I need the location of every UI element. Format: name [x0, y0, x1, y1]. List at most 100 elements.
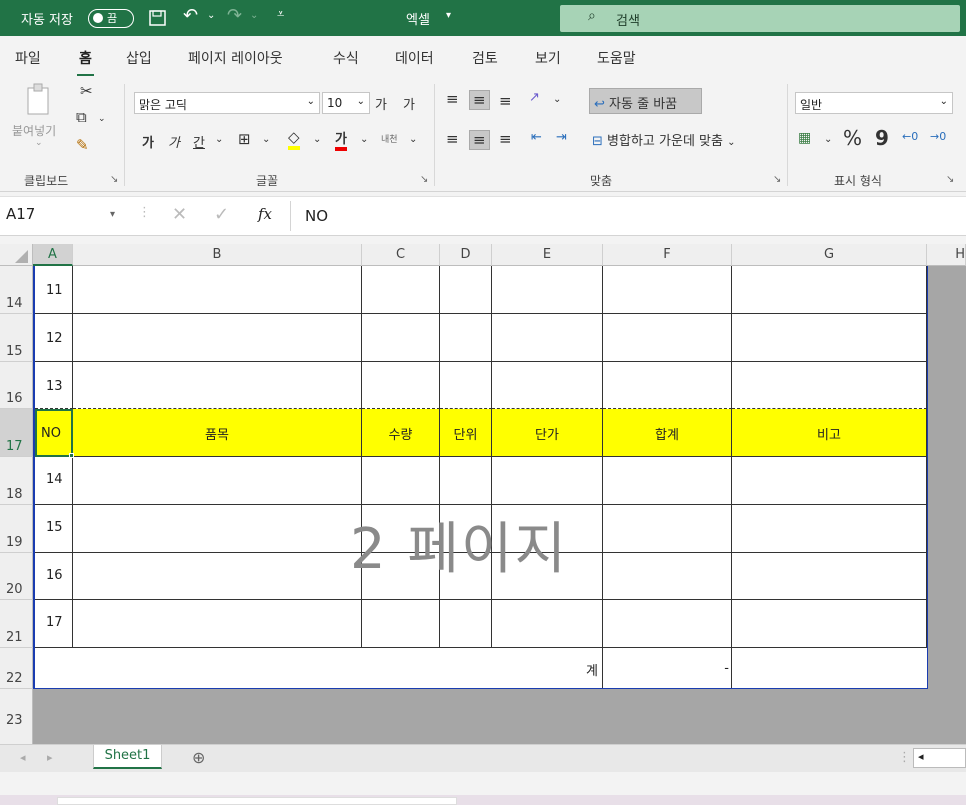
shrink-font-button[interactable]: 가 [403, 94, 415, 113]
column-header-d[interactable]: D [440, 244, 492, 266]
tab-insert[interactable]: 삽입 [126, 48, 152, 68]
row-header[interactable]: 20 [0, 553, 33, 600]
cell[interactable] [603, 505, 732, 553]
column-header-a[interactable]: A [33, 244, 73, 266]
column-header-h[interactable]: H [927, 244, 966, 266]
clipboard-launcher-icon[interactable]: ↘ [110, 174, 118, 185]
cell[interactable] [440, 266, 492, 314]
number-launcher-icon[interactable]: ↘ [946, 174, 954, 185]
align-top-icon[interactable]: ≡ [446, 90, 459, 108]
font-color-button[interactable]: 가 [335, 128, 347, 151]
cell[interactable] [732, 314, 927, 362]
cell[interactable] [492, 362, 603, 409]
tab-file[interactable]: 파일 [15, 48, 41, 68]
cell[interactable]: 16 [35, 553, 73, 600]
cell[interactable] [603, 600, 732, 648]
number-format-select[interactable]: 일반 ⌄ [795, 92, 953, 114]
column-header-f[interactable]: F [603, 244, 732, 266]
increase-decimal-icon[interactable]: ←0 [902, 130, 918, 143]
redo-dropdown-icon[interactable]: ⌄ [250, 10, 258, 21]
cell[interactable] [732, 457, 927, 505]
column-header-g[interactable]: G [732, 244, 927, 266]
taskbar-item[interactable] [57, 797, 457, 805]
title-dropdown-icon[interactable]: ▾ [446, 10, 451, 21]
paste-dropdown-icon[interactable]: ⌄ [35, 138, 43, 148]
scroll-right-icon[interactable]: ▸ [47, 751, 53, 764]
fill-handle[interactable] [69, 453, 74, 458]
cut-icon[interactable]: ✂ [80, 82, 93, 100]
header-cell-item[interactable]: 품목 [73, 409, 362, 457]
font-size-select[interactable]: 10 ⌄ [322, 92, 370, 114]
horizontal-scrollbar[interactable]: ◂ [913, 748, 966, 768]
copy-icon[interactable]: ⧉ [76, 108, 87, 126]
font-launcher-icon[interactable]: ↘ [420, 174, 428, 185]
column-header-c[interactable]: C [362, 244, 440, 266]
row-header[interactable]: 19 [0, 505, 33, 553]
row-header[interactable]: 21 [0, 600, 33, 648]
cell[interactable] [732, 362, 927, 409]
sheet-tab[interactable]: Sheet1 [93, 745, 162, 769]
cell[interactable] [492, 266, 603, 314]
scroll-left-icon[interactable]: ◂ [20, 751, 26, 764]
tab-review[interactable]: 검토 [472, 48, 498, 68]
autosave-toggle[interactable]: 끔 [88, 9, 134, 28]
cell[interactable] [440, 600, 492, 648]
row-header[interactable]: 23 [0, 689, 33, 744]
increase-indent-icon[interactable]: ⇥ [556, 130, 567, 145]
percent-button[interactable]: % [843, 126, 862, 150]
decrease-indent-icon[interactable]: ⇤ [531, 130, 542, 145]
name-box[interactable]: A17 [6, 205, 126, 223]
column-header-e[interactable]: E [492, 244, 603, 266]
phonetic-dropdown-icon[interactable]: ⌄ [409, 134, 417, 145]
cell[interactable]: 11 [35, 266, 73, 314]
cell[interactable] [603, 553, 732, 600]
comma-button[interactable]: 9 [875, 126, 889, 150]
cell[interactable]: 15 [35, 505, 73, 553]
cell[interactable] [362, 314, 440, 362]
tab-view[interactable]: 보기 [535, 48, 561, 68]
cell[interactable] [440, 314, 492, 362]
cell[interactable] [732, 266, 927, 314]
cell[interactable]: 14 [35, 457, 73, 505]
border-dropdown-icon[interactable]: ⌄ [262, 134, 270, 145]
header-cell-note[interactable]: 비고 [732, 409, 927, 457]
font-name-select[interactable]: 맑은 고딕 ⌄ [134, 92, 320, 114]
add-sheet-icon[interactable]: ⊕ [192, 748, 205, 767]
row-header[interactable]: 16 [0, 362, 33, 409]
cell[interactable] [73, 600, 362, 648]
fill-color-icon[interactable]: ◇ [288, 128, 300, 150]
tab-formulas[interactable]: 수식 [333, 48, 359, 68]
cell[interactable] [603, 266, 732, 314]
cell[interactable] [362, 600, 440, 648]
cell[interactable] [603, 362, 732, 409]
align-bottom-icon[interactable]: ≡ [499, 92, 512, 110]
decrease-decimal-icon[interactable]: →0 [930, 130, 946, 143]
tab-splitter-icon[interactable]: ⋮ [898, 750, 911, 765]
accounting-format-icon[interactable]: ▦ [798, 130, 811, 146]
accounting-dropdown-icon[interactable]: ⌄ [824, 134, 832, 145]
alignment-launcher-icon[interactable]: ↘ [773, 174, 781, 185]
insert-function-icon[interactable]: fx [258, 205, 272, 223]
row-header[interactable]: 22 [0, 648, 33, 689]
column-header-b[interactable]: B [73, 244, 362, 266]
cell[interactable] [732, 505, 927, 553]
grow-font-button[interactable]: 가 [375, 94, 387, 113]
undo-dropdown-icon[interactable]: ⌄ [207, 10, 215, 21]
cell[interactable] [732, 600, 927, 648]
cell[interactable] [492, 314, 603, 362]
cell[interactable] [492, 457, 603, 505]
copy-dropdown-icon[interactable]: ⌄ [98, 114, 106, 124]
header-cell-price[interactable]: 단가 [492, 409, 603, 457]
cell[interactable] [732, 648, 927, 688]
cell[interactable] [73, 553, 362, 600]
phonetic-button[interactable]: 내천 [381, 132, 398, 145]
name-box-dropdown-icon[interactable]: ▾ [110, 209, 115, 220]
search-box[interactable]: ⌕ 검색 [560, 5, 960, 32]
underline-dropdown-icon[interactable]: ⌄ [215, 134, 223, 145]
formula-bar-grip-icon[interactable]: ⋮ [138, 205, 151, 220]
worksheet-grid[interactable]: A B C D E F G H 14 15 16 17 18 19 20 21 … [0, 244, 966, 744]
redo-icon[interactable]: ↷ [227, 5, 242, 26]
paste-icon[interactable] [24, 82, 54, 116]
align-center-icon[interactable]: ≡ [469, 130, 490, 150]
align-middle-icon[interactable]: ≡ [469, 90, 490, 110]
